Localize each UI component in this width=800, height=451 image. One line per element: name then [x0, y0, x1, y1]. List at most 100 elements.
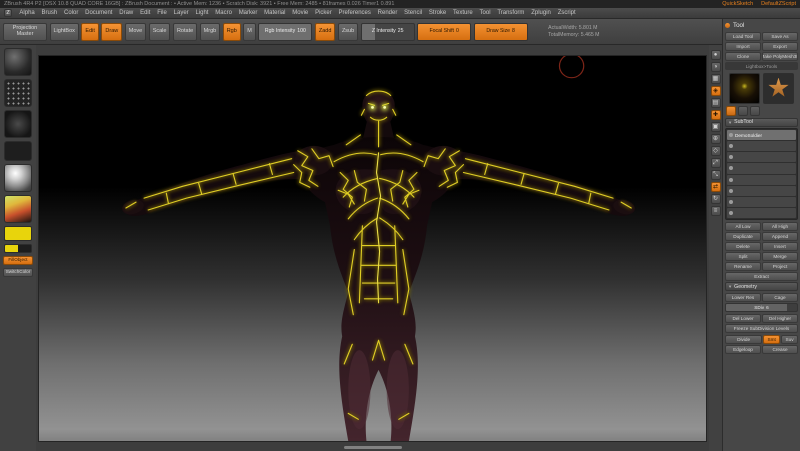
recent-tool-icon[interactable] [750, 106, 760, 116]
current-material-thumbnail[interactable] [4, 164, 32, 192]
subtool-row[interactable] [727, 175, 796, 185]
menu-item[interactable]: Marker [235, 10, 260, 16]
subtool-button[interactable]: Merge [762, 252, 798, 261]
canvas-hscrollbar[interactable] [344, 446, 402, 449]
geometry-section-header[interactable]: ▼ Geometry [725, 282, 798, 291]
subtool-row[interactable] [727, 141, 796, 151]
menu-item[interactable]: Texture [450, 10, 476, 16]
subtool-row[interactable] [727, 197, 796, 207]
visibility-eye-icon[interactable] [729, 155, 733, 159]
current-alpha-thumbnail[interactable] [4, 110, 32, 138]
m-button[interactable]: M [243, 23, 256, 41]
zadd-button[interactable]: Zadd [315, 23, 336, 41]
scale-button[interactable]: Scale [149, 23, 171, 41]
menu-item[interactable]: Color [61, 10, 82, 16]
menu-item[interactable]: Zscript [554, 10, 579, 16]
tool-file-button[interactable]: Save As [762, 32, 798, 41]
switch-color-button[interactable]: SwitchColor [3, 268, 33, 277]
menu-item[interactable]: Stencil [401, 10, 426, 16]
sdiv-slider[interactable]: SDiv 6 [725, 303, 798, 312]
visibility-eye-icon[interactable] [729, 178, 733, 182]
lower-res-button[interactable]: Lower Res [725, 293, 761, 302]
freeze-subdivision-button[interactable]: Freeze SubDivision Levels [725, 324, 798, 333]
rotate-button[interactable]: Rotate [173, 23, 197, 41]
default-zscript-label[interactable]: DefaultZScript [761, 1, 796, 7]
render-mode-icon[interactable]: ◑ [711, 62, 721, 72]
lightbox-button[interactable]: LightBox [50, 23, 79, 41]
current-texture-thumbnail[interactable] [4, 141, 32, 161]
suv-toggle[interactable]: Suv [781, 335, 798, 344]
visibility-eye-icon[interactable] [729, 133, 733, 137]
move-icon[interactable]: ⤡ [711, 170, 721, 180]
move-button[interactable]: Move [125, 23, 146, 41]
transp-icon[interactable]: ◈ [711, 86, 721, 96]
menu-item[interactable]: Zplugin [528, 10, 554, 16]
menu-item[interactable]: Layer [170, 10, 192, 16]
color-picker[interactable] [4, 195, 32, 223]
menu-item[interactable]: Movie [289, 10, 312, 16]
tool-file-button[interactable]: Import [725, 42, 761, 51]
subtool-row[interactable] [727, 208, 796, 218]
polyframe-icon[interactable]: ▦ [711, 74, 721, 84]
subtool-button[interactable]: Extract [725, 272, 798, 281]
edit-button[interactable]: Edit [81, 23, 98, 41]
persp-icon[interactable]: ✚ [711, 110, 721, 120]
menu-item[interactable]: Transform [494, 10, 528, 16]
current-stroke-thumbnail[interactable] [4, 79, 32, 107]
rgb-intensity-slider[interactable]: Rgb Intensity100 [258, 23, 312, 41]
bpr-icon[interactable]: ● [711, 50, 721, 60]
tool-file-button[interactable]: Make PolyMesh3D [762, 52, 798, 61]
document-canvas[interactable] [38, 55, 707, 442]
visibility-eye-icon[interactable] [729, 200, 733, 204]
menu-item[interactable]: Render [374, 10, 400, 16]
menu-item[interactable]: Stroke [426, 10, 450, 16]
visibility-eye-icon[interactable] [729, 166, 733, 170]
tool-file-button[interactable]: Export [762, 42, 798, 51]
menu-item[interactable]: File [154, 10, 170, 16]
tool-file-button[interactable]: Clone [725, 52, 761, 61]
menu-item[interactable]: Picker [312, 10, 335, 16]
polymesh3d-thumbnail[interactable] [763, 73, 794, 104]
divide-button[interactable]: Divide [725, 335, 762, 344]
menu-item[interactable]: Edit [137, 10, 154, 16]
scale-icon[interactable]: ⇄ [711, 182, 721, 192]
draw-size-slider[interactable]: Draw Size8 [474, 23, 528, 41]
menu-item[interactable]: Alpha [16, 10, 38, 16]
subtool-button[interactable]: All High [762, 222, 798, 231]
subtool-button[interactable]: Split [725, 252, 761, 261]
recent-tool-icon[interactable] [738, 106, 748, 116]
subtool-button[interactable]: All Low [725, 222, 761, 231]
subtool-button[interactable]: Duplicate [725, 232, 761, 241]
subtool-row[interactable]: DemoSoldier [727, 130, 796, 140]
lsym-icon[interactable]: ◇ [711, 146, 721, 156]
subtool-row[interactable] [727, 152, 796, 162]
scroll-icon[interactable]: ≡ [711, 206, 721, 216]
projection-master-button[interactable]: Projection Master [3, 23, 47, 41]
subtool-button[interactable]: Insert [762, 242, 798, 251]
edgeloop-button[interactable]: Edgeloop [725, 345, 761, 354]
tool-palette-header[interactable]: Tool [725, 20, 798, 30]
zsub-button[interactable]: Zsub [338, 23, 358, 41]
lightbox-tools-strip[interactable]: Lightbox>Tools [725, 62, 798, 70]
ghost-icon[interactable]: ▤ [711, 98, 721, 108]
current-brush-thumbnail[interactable] [4, 48, 32, 76]
menu-item[interactable]: Preferences [335, 10, 374, 16]
del-higher-button[interactable]: Del Higher [762, 314, 798, 323]
tool-file-button[interactable]: Load Tool [725, 32, 761, 41]
main-color-swatch[interactable] [4, 226, 32, 241]
menu-item[interactable]: Draw [116, 10, 137, 16]
del-lower-button[interactable]: Del Lower [725, 314, 761, 323]
mrgb-button[interactable]: Mrgb [200, 23, 221, 41]
subtool-section-header[interactable]: ▼ SubTool [725, 118, 798, 127]
cage-button[interactable]: Cage [762, 293, 798, 302]
recent-tool-icon[interactable] [726, 106, 736, 116]
subtool-button[interactable]: Rename [725, 262, 761, 271]
menu-item[interactable]: Material [261, 10, 289, 16]
fill-object-button[interactable]: FillObject [3, 256, 33, 265]
floor-icon[interactable]: ▣ [711, 122, 721, 132]
draw-button[interactable]: Draw [101, 23, 122, 41]
local-icon[interactable]: ⊕ [711, 134, 721, 144]
focal-shift-slider[interactable]: Focal Shift0 [417, 23, 471, 41]
visibility-eye-icon[interactable] [729, 144, 733, 148]
menu-item[interactable]: Light [192, 10, 212, 16]
